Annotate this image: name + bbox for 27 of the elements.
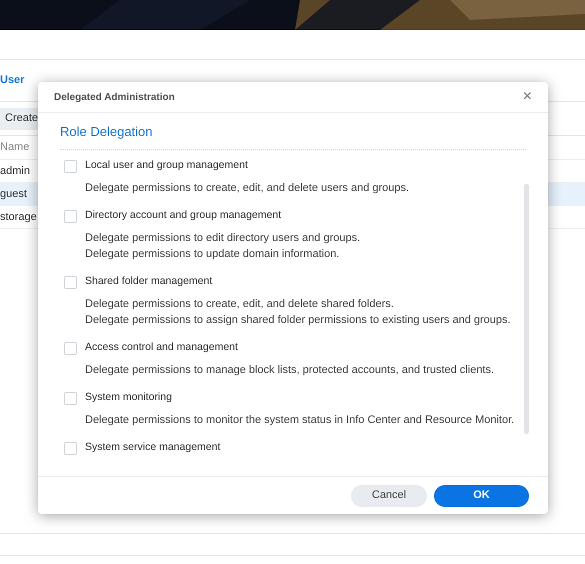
role-description: Delegate permissions to assign shared folder permissions to existing users and groups. [85, 312, 512, 328]
scrollbar[interactable] [524, 184, 529, 434]
checkbox[interactable] [64, 442, 77, 454]
role-description: Delegate permissions to update domain information. [85, 246, 340, 262]
checkbox[interactable] [64, 160, 77, 172]
checkbox[interactable] [64, 276, 77, 288]
tab[interactable]: User [0, 72, 24, 89]
role-description: Delegate permissions to create, edit, and delete users and groups. [85, 180, 410, 196]
role-label[interactable]: Shared folder management [85, 274, 212, 290]
role-label[interactable]: Access control and management [85, 340, 238, 356]
role-label[interactable]: Local user and group management [85, 158, 248, 174]
role-description: Delegate permissions to monitor the system status in Info Center and Resource Monitor. [85, 412, 516, 428]
role-description: Delegate permissions to create, edit, and delete shared folders. [85, 296, 395, 312]
checkbox[interactable] [64, 210, 77, 222]
section-title: Role Delegation [60, 122, 526, 150]
cancel-button[interactable]: Cancel [351, 484, 427, 506]
role-label[interactable]: System service management [85, 440, 220, 456]
checkbox[interactable] [64, 342, 77, 354]
role-label[interactable]: Directory account and group management [85, 208, 282, 224]
role-label[interactable]: System monitoring [85, 390, 172, 406]
checkbox[interactable] [64, 392, 77, 404]
column-header[interactable]: Name [0, 139, 30, 156]
dialog-title: Delegated Administration [54, 90, 175, 104]
role-description: Delegate permissions to edit directory users and groups. [85, 230, 362, 246]
ok-button[interactable]: OK [434, 484, 529, 506]
close-button[interactable]: × [522, 89, 532, 105]
role-description: Delegate permissions to manage block lists, protected accounts, and trusted clients. [85, 362, 496, 378]
